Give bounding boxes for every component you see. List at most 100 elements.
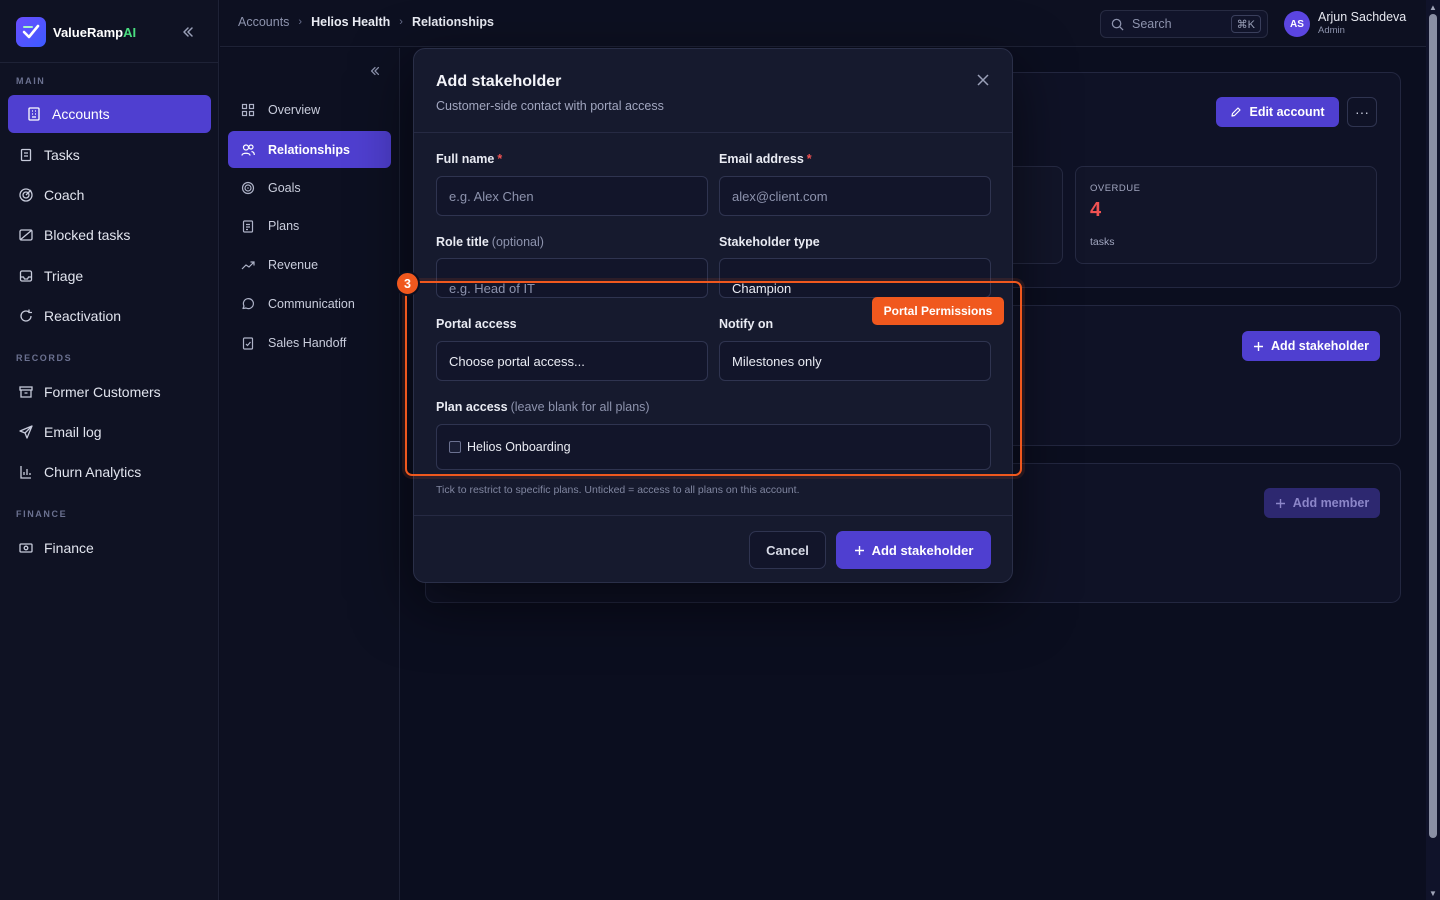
edit-account-button[interactable]: Edit account	[1216, 97, 1339, 127]
search-input[interactable]: Search ⌘K	[1100, 10, 1268, 38]
modal-divider	[414, 132, 1012, 133]
add-stakeholder-submit-button[interactable]: Add stakeholder	[836, 531, 991, 569]
close-icon[interactable]	[974, 71, 992, 89]
overdue-stat-card: OVERDUE 4 tasks	[1075, 166, 1377, 264]
pencil-icon	[1230, 106, 1242, 118]
scroll-down-icon[interactable]: ▼	[1428, 888, 1438, 898]
target-icon	[240, 180, 256, 196]
more-options-icon[interactable]: ···	[1347, 97, 1377, 127]
building-icon	[25, 105, 43, 123]
tab-label: Relationships	[268, 142, 350, 157]
scroll-up-icon[interactable]: ▲	[1428, 2, 1438, 12]
grid-icon	[240, 102, 256, 118]
sidebar-item-label: Blocked tasks	[44, 227, 131, 243]
tab-label: Communication	[268, 296, 355, 311]
sidebar-item-label: Former Customers	[44, 384, 161, 400]
tab-label: Goals	[268, 180, 301, 195]
sidebar-item-blocked-tasks[interactable]: Blocked tasks	[8, 216, 211, 254]
sidebar-item-label: Triage	[44, 268, 84, 284]
breadcrumb: Accounts › Helios Health › Relationships	[238, 15, 494, 29]
sidebar-item-tasks[interactable]: Tasks	[8, 136, 211, 174]
sidebar-item-accounts[interactable]: Accounts	[8, 95, 211, 133]
breadcrumb-current: Relationships	[411, 15, 494, 29]
brand[interactable]: ValueRampAI	[16, 16, 136, 48]
sidebar-item-label: Email log	[44, 424, 102, 440]
cash-icon	[17, 539, 35, 557]
plan-access-hint: Tick to restrict to specific plans. Unti…	[436, 484, 800, 496]
section-records: RECORDS	[16, 353, 73, 363]
modal-title: Add stakeholder	[436, 73, 562, 90]
tab-overview[interactable]: Overview	[228, 91, 391, 128]
clipboard-icon	[240, 218, 256, 234]
refresh-icon	[17, 307, 35, 325]
email-field[interactable]: alex@client.com	[719, 176, 991, 216]
full-name-field[interactable]: e.g. Alex Chen	[436, 176, 708, 216]
sidebar-item-label: Tasks	[44, 147, 80, 163]
plus-icon	[1275, 498, 1286, 509]
clipboard-icon	[17, 146, 35, 164]
section-main: MAIN	[16, 76, 46, 86]
add-member-button[interactable]: Add member	[1264, 488, 1380, 518]
tab-sales-handoff[interactable]: Sales Handoff	[228, 324, 391, 361]
avatar[interactable]: AS	[1284, 11, 1310, 37]
inbox-icon	[17, 267, 35, 285]
sidebar-item-reactivation[interactable]: Reactivation	[8, 297, 211, 335]
step-badge: 3	[395, 271, 420, 296]
blocked-icon	[17, 226, 35, 244]
breadcrumb-accounts[interactable]: Accounts	[238, 15, 289, 29]
topbar: Accounts › Helios Health › Relationships…	[220, 0, 1426, 47]
full-name-label: Full name *	[436, 152, 503, 166]
overdue-value: 4	[1090, 199, 1102, 221]
email-label: Email address *	[719, 152, 812, 166]
sidebar-item-former-customers[interactable]: Former Customers	[8, 373, 211, 411]
sidebar-item-label: Churn Analytics	[44, 464, 142, 480]
sidebar-item-email-log[interactable]: Email log	[8, 413, 211, 451]
sidebar-item-label: Reactivation	[44, 308, 122, 324]
sidebar-item-triage[interactable]: Triage	[8, 257, 211, 295]
chevron-right-icon: ›	[399, 16, 403, 28]
tab-communication[interactable]: Communication	[228, 285, 391, 322]
archive-icon	[17, 383, 35, 401]
role-title-label: Role title (optional)	[436, 235, 544, 249]
sidebar-item-churn-analytics[interactable]: Churn Analytics	[8, 453, 211, 491]
plus-icon	[1253, 341, 1264, 352]
users-icon	[240, 142, 256, 158]
tab-label: Revenue	[268, 257, 319, 272]
user-name: Arjun Sachdeva	[1318, 10, 1407, 24]
scrollbar-thumb[interactable]	[1429, 14, 1437, 838]
sidebar: ValueRampAI MAIN Accounts Tasks Coach Bl…	[0, 0, 219, 900]
stakeholder-type-label: Stakeholder type	[719, 235, 820, 249]
search-icon	[1111, 18, 1124, 31]
brand-logo-icon	[16, 17, 46, 47]
tab-relationships[interactable]: Relationships	[228, 131, 391, 168]
account-subnav: Overview Relationships Goals Plans Reven…	[220, 48, 400, 900]
tab-label: Overview	[268, 102, 321, 117]
breadcrumb-account[interactable]: Helios Health	[311, 15, 390, 29]
brand-name: ValueRampAI	[53, 24, 137, 40]
modal-footer-divider	[414, 515, 1012, 516]
search-placeholder: Search	[1132, 17, 1172, 31]
clipboard-check-icon	[240, 335, 256, 351]
sidebar-item-finance[interactable]: Finance	[8, 529, 211, 567]
section-finance: FINANCE	[16, 509, 68, 519]
tab-label: Plans	[268, 218, 300, 233]
chevron-right-icon: ›	[298, 16, 303, 28]
tab-revenue[interactable]: Revenue	[228, 246, 391, 283]
cancel-button[interactable]: Cancel	[749, 531, 826, 569]
send-icon	[17, 423, 35, 441]
search-shortcut: ⌘K	[1230, 15, 1261, 33]
sidebar-item-label: Accounts	[52, 106, 110, 122]
tab-goals[interactable]: Goals	[228, 169, 391, 206]
chat-icon	[240, 296, 256, 312]
user-role: Admin	[1318, 25, 1345, 36]
overdue-label: OVERDUE	[1090, 183, 1141, 194]
collapse-sidebar-icon[interactable]	[178, 22, 198, 42]
collapse-subnav-icon[interactable]	[367, 63, 383, 79]
tab-plans[interactable]: Plans	[228, 207, 391, 244]
plus-icon	[854, 545, 864, 555]
sidebar-item-coach[interactable]: Coach	[8, 176, 211, 214]
sidebar-divider	[0, 62, 219, 63]
modal-subtitle: Customer-side contact with portal access	[436, 99, 664, 113]
add-stakeholder-button[interactable]: Add stakeholder	[1242, 331, 1380, 361]
chart-icon	[17, 463, 35, 481]
